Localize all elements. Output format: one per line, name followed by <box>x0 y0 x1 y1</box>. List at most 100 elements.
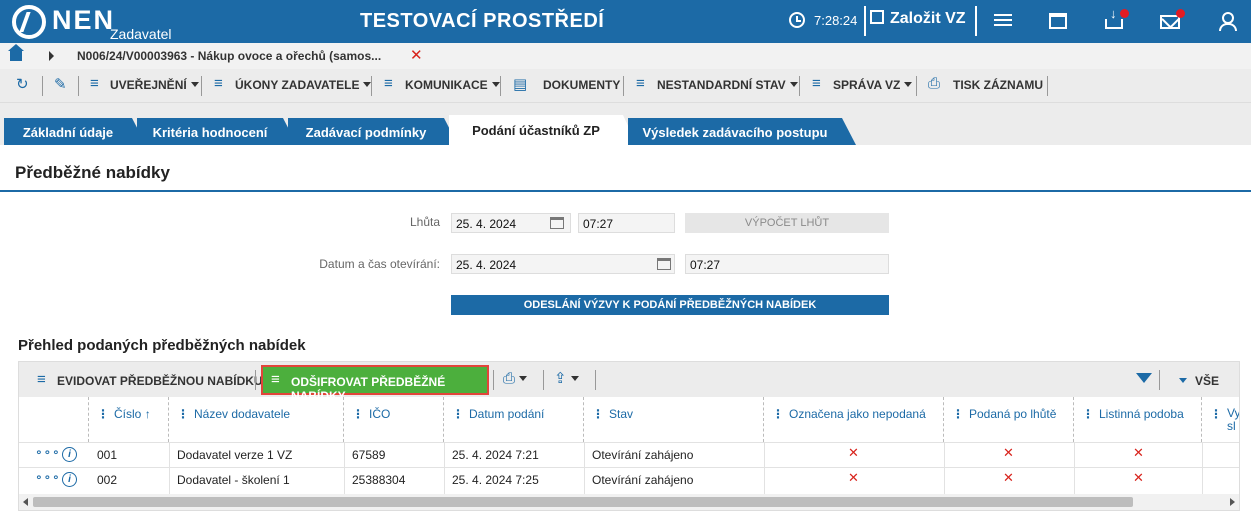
opening-date-field[interactable]: 25. 4. 2024 <box>451 254 675 274</box>
column-divider <box>944 442 945 494</box>
cell-supplier: Dodavatel - školení 1 <box>177 473 290 487</box>
toolbar-divider <box>493 370 494 390</box>
section-title: Předběžné nabídky <box>15 163 170 182</box>
cell-status: Otevírání zahájeno <box>592 448 694 462</box>
column-header-more[interactable]: ⋮ Vy sl <box>1202 397 1239 442</box>
cell-ico: 67589 <box>352 448 386 462</box>
cross-icon: ✕ <box>1003 470 1014 485</box>
view-all-label: VŠE <box>1195 374 1220 388</box>
horizontal-scrollbar[interactable] <box>19 494 1239 510</box>
tab-procurement-result[interactable]: Výsledek zadávacího postupu <box>628 118 856 145</box>
info-icon[interactable]: i <box>62 447 77 462</box>
info-icon[interactable]: i <box>62 472 77 487</box>
section-divider <box>0 190 1251 192</box>
deadline-time-field[interactable]: 07:27 <box>578 213 675 233</box>
scrollbar-thumb[interactable] <box>33 497 1133 507</box>
tab-basic-info[interactable]: Základní údaje <box>4 118 146 145</box>
caret-down-icon <box>1179 378 1187 383</box>
cell-date: 25. 4. 2024 7:25 <box>452 473 539 487</box>
calendar-icon[interactable] <box>1049 13 1067 29</box>
filter-icon[interactable] <box>1136 373 1152 383</box>
toolbar-divider <box>1159 370 1160 390</box>
grid-toolbar: ≡ EVIDOVAT PŘEDBĚŽNOU NABÍDKU ODŠIFROVAT… <box>19 362 1239 403</box>
column-header-date[interactable]: ⋮ Datum podání <box>444 397 584 442</box>
column-header-not-submitted[interactable]: ⋮ Označena jako nepodaná <box>764 397 944 442</box>
scroll-left-icon[interactable] <box>23 498 28 506</box>
create-contract-label: Založit VZ <box>890 10 966 27</box>
user-icon[interactable] <box>1218 11 1237 31</box>
toolbar-contract-management[interactable]: SPRÁVA VZ <box>833 78 913 92</box>
inbox-icon[interactable] <box>1105 6 1123 29</box>
table-row[interactable]: ∘∘∘ i 002 Dodavatel - školení 1 25388304… <box>19 467 1239 492</box>
cross-icon: ✕ <box>1133 445 1144 460</box>
toolbar-divider <box>78 76 79 96</box>
calendar-icon[interactable] <box>550 217 564 229</box>
decrypt-offers-button[interactable]: ODŠIFROVAT PŘEDBĚŽNÉ NABÍDKY <box>261 365 489 403</box>
cross-icon: ✕ <box>1003 445 1014 460</box>
table-row[interactable]: ∘∘∘ i 001 Dodavatel verze 1 VZ 67589 25.… <box>19 442 1239 467</box>
cross-icon: ✕ <box>848 470 859 485</box>
row-menu-icon[interactable]: ∘∘∘ <box>35 445 61 459</box>
column-header-supplier[interactable]: ⋮ Název dodavatele <box>169 397 344 442</box>
toolbar-communication-label: KOMUNIKACE <box>405 78 488 92</box>
refresh-icon[interactable]: ↻ <box>16 75 29 93</box>
toolbar-divider <box>371 76 372 96</box>
environment-title: TESTOVACÍ PROSTŘEDÍ <box>360 10 605 32</box>
column-header-number[interactable]: ⋮ Číslo ↑ <box>89 397 169 442</box>
column-divider <box>764 442 765 494</box>
column-divider <box>1202 442 1203 494</box>
toolbar-divider <box>500 76 501 96</box>
toolbar-communication[interactable]: KOMUNIKACE <box>405 78 500 92</box>
column-header-paper[interactable]: ⋮ Listinná podoba <box>1074 397 1202 442</box>
list-action-icon: ≡ <box>37 371 46 388</box>
toolbar-contracting-actions[interactable]: ÚKONY ZADAVATELE <box>235 78 372 92</box>
toolbar-divider <box>799 76 800 96</box>
send-invitation-button[interactable]: ODESLÁNÍ VÝZVY K PODÁNÍ PŘEDBĚŽNÝCH NABÍ… <box>451 295 889 315</box>
create-contract-button[interactable]: Založit VZ <box>870 10 966 32</box>
column-header-late-label: Podaná po lhůtě <box>969 407 1057 421</box>
cell-supplier: Dodavatel verze 1 VZ <box>177 448 293 462</box>
column-header-late[interactable]: ⋮ Podaná po lhůtě <box>944 397 1074 442</box>
tab-tender-conditions[interactable]: Zadávací podmínky <box>288 118 458 145</box>
cell-status: Otevírání zahájeno <box>592 473 694 487</box>
column-header-date-label: Datum podání <box>469 407 545 421</box>
calculate-deadlines-button[interactable]: VÝPOČET LHŮT <box>685 213 889 233</box>
view-all-selector[interactable]: VŠE <box>1175 374 1219 388</box>
column-header-ico[interactable]: ⋮ IČO <box>344 397 444 442</box>
column-divider <box>169 442 170 494</box>
home-icon[interactable] <box>8 44 24 61</box>
tab-evaluation-criteria[interactable]: Kritéria hodnocení <box>137 118 297 145</box>
column-divider <box>344 442 345 494</box>
nen-logo-icon[interactable] <box>12 5 46 39</box>
toolbar-publication[interactable]: UVEŘEJNĚNÍ <box>110 78 199 92</box>
column-header-supplier-label: Název dodavatele <box>194 407 291 421</box>
menu-icon[interactable] <box>992 11 1014 31</box>
toolbar-documents[interactable]: DOKUMENTY <box>543 78 620 92</box>
calendar-icon[interactable] <box>657 258 671 270</box>
caret-down-icon <box>491 82 500 87</box>
tab-participant-submissions[interactable]: Podání účastníků ZP <box>449 115 637 145</box>
close-icon[interactable]: ✕ <box>410 46 423 64</box>
print-icon: ⎙ <box>928 75 941 92</box>
cross-icon: ✕ <box>848 445 859 460</box>
scroll-right-icon[interactable] <box>1230 498 1235 506</box>
toolbar-nonstandard-state[interactable]: NESTANDARDNÍ STAV <box>657 78 798 92</box>
edit-icon <box>870 10 884 24</box>
pencil-icon[interactable]: ✎ <box>54 75 67 93</box>
cell-number: 002 <box>97 473 118 487</box>
row-menu-icon[interactable]: ∘∘∘ <box>35 470 61 484</box>
toolbar-print-record[interactable]: TISK ZÁZNAMU <box>953 78 1043 92</box>
export-icon[interactable]: ⇪ <box>554 369 579 387</box>
print-icon[interactable]: ⎙ <box>503 370 528 387</box>
column-header-number-label: Číslo <box>114 407 142 421</box>
breadcrumb-current[interactable]: N006/24/V00003963 - Nákup ovoce a ořechů… <box>77 49 381 63</box>
tab-bar: Základní údaje Kritéria hodnocení Zadáva… <box>0 103 1251 145</box>
clock-icon <box>789 12 805 28</box>
register-offer-button[interactable]: EVIDOVAT PŘEDBĚŽNOU NABÍDKU <box>57 374 263 388</box>
header-divider <box>975 6 977 36</box>
opening-time-field[interactable]: 07:27 <box>685 254 889 274</box>
list-action-icon: ≡ <box>90 75 99 92</box>
column-header-not-submitted-label: Označena jako nepodaná <box>789 407 926 421</box>
brand-subtitle: Zadavatel <box>110 26 172 42</box>
column-header-status[interactable]: ⋮ Stav <box>584 397 764 442</box>
